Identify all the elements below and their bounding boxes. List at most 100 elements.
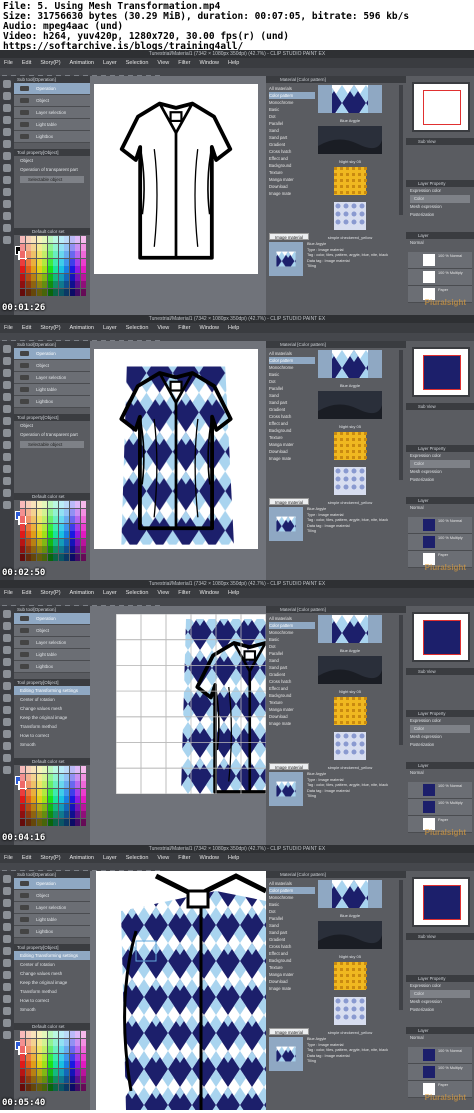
color-swatch[interactable] [75,258,81,266]
color-swatch[interactable] [69,553,75,561]
color-swatch[interactable] [31,1053,37,1061]
color-swatch[interactable] [80,796,86,804]
color-swatch[interactable] [75,766,81,774]
subtool-item[interactable]: Lightbox [14,661,90,673]
color-swatch[interactable] [75,523,81,531]
color-swatch[interactable] [42,501,48,509]
color-swatch[interactable] [47,1031,53,1039]
tool-button-icon[interactable] [3,911,11,919]
color-swatch[interactable] [64,781,70,789]
material-tree-item[interactable]: Sand part [269,664,315,671]
material-thumbnail[interactable] [318,467,382,503]
color-swatch[interactable] [64,258,70,266]
tool-button-icon[interactable] [3,453,11,461]
image-material-button[interactable]: Image material [269,1028,309,1035]
color-swatch[interactable] [69,501,75,509]
color-swatch[interactable] [58,281,64,289]
color-swatch[interactable] [53,251,59,259]
color-swatch[interactable] [36,1046,42,1054]
color-swatch[interactable] [53,1031,59,1039]
navigator-preview[interactable] [412,612,470,662]
color-swatch[interactable] [20,288,26,296]
color-swatch[interactable] [69,818,75,826]
material-tree-item[interactable]: Basic [269,901,315,908]
color-swatch[interactable] [25,516,31,524]
material-tree-item[interactable]: Dot [269,643,315,650]
color-swatch[interactable] [69,546,75,554]
menu-item[interactable]: Window [199,325,219,331]
transform-setting-row[interactable]: Change values mesh [14,969,90,978]
color-swatch[interactable] [80,281,86,289]
color-swatch[interactable] [69,766,75,774]
color-swatch[interactable] [42,1061,48,1069]
color-swatch[interactable] [42,788,48,796]
color-swatch[interactable] [80,1053,86,1061]
color-swatch[interactable] [36,236,42,244]
color-swatch[interactable] [20,531,26,539]
color-swatch[interactable] [80,243,86,251]
color-swatch[interactable] [20,803,26,811]
tool-button-icon[interactable] [3,140,11,148]
tool-button-icon[interactable] [3,80,11,88]
color-swatch[interactable] [20,251,26,259]
navigator-preview[interactable] [412,347,470,397]
material-tree-item[interactable]: Texture [269,169,315,176]
color-swatch[interactable] [31,538,37,546]
material-tree-item[interactable]: Image mate [269,190,315,197]
tool-button-icon[interactable] [3,1031,11,1039]
color-swatch[interactable] [31,803,37,811]
material-tree-item[interactable]: Sand part [269,929,315,936]
color-swatch[interactable] [58,266,64,274]
transform-setting-row[interactable]: Change values mesh [14,704,90,713]
tool-button-icon[interactable] [3,622,11,630]
color-swatch[interactable] [75,531,81,539]
color-swatch[interactable] [42,818,48,826]
color-swatch[interactable] [31,818,37,826]
transform-setting-row[interactable]: How to correct [14,996,90,1005]
tool-button-icon[interactable] [3,116,11,124]
subtool-item[interactable]: Light table [14,384,90,396]
menu-item[interactable]: Help [228,60,239,66]
color-swatch[interactable] [69,1061,75,1069]
color-swatch[interactable] [42,236,48,244]
tool-button-icon[interactable] [3,501,11,509]
color-swatch[interactable] [75,1076,81,1084]
color-swatch[interactable] [58,1083,64,1091]
color-swatch[interactable] [31,773,37,781]
subtool-item[interactable]: Operation [14,348,90,360]
color-swatch[interactable] [75,546,81,554]
menu-item[interactable]: Filter [178,855,190,861]
material-tree-item[interactable]: Effect and [269,420,315,427]
subtool-item[interactable]: Operation [14,83,90,95]
menu-item[interactable]: Selection [126,60,149,66]
color-swatch[interactable] [75,516,81,524]
color-swatch[interactable] [69,288,75,296]
color-swatch[interactable] [64,523,70,531]
color-swatch[interactable] [31,1068,37,1076]
color-swatch[interactable] [25,281,31,289]
tool-button-icon[interactable] [3,742,11,750]
color-swatch[interactable] [80,553,86,561]
color-swatch[interactable] [47,236,53,244]
material-tree-item[interactable]: All materials [269,880,315,887]
color-swatch[interactable] [64,1031,70,1039]
color-swatch[interactable] [64,1068,70,1076]
color-swatch[interactable] [69,1053,75,1061]
transform-setting-row[interactable]: Center of rotation [14,695,90,704]
color-swatch[interactable] [47,766,53,774]
color-swatch[interactable] [64,773,70,781]
color-swatch[interactable] [47,1068,53,1076]
menu-item[interactable]: Animation [70,60,94,66]
color-swatch[interactable] [25,508,31,516]
tool-button-icon[interactable] [3,875,11,883]
tool-button-icon[interactable] [3,357,11,365]
material-tree-item[interactable]: Texture [269,699,315,706]
color-swatch[interactable] [75,508,81,516]
color-swatch[interactable] [42,1076,48,1084]
material-tree-item[interactable]: Effect and [269,155,315,162]
color-swatch[interactable] [58,818,64,826]
color-swatch[interactable] [20,1083,26,1091]
color-swatch[interactable] [20,796,26,804]
material-thumbnail[interactable] [318,656,382,692]
tool-button-icon[interactable] [3,224,11,232]
